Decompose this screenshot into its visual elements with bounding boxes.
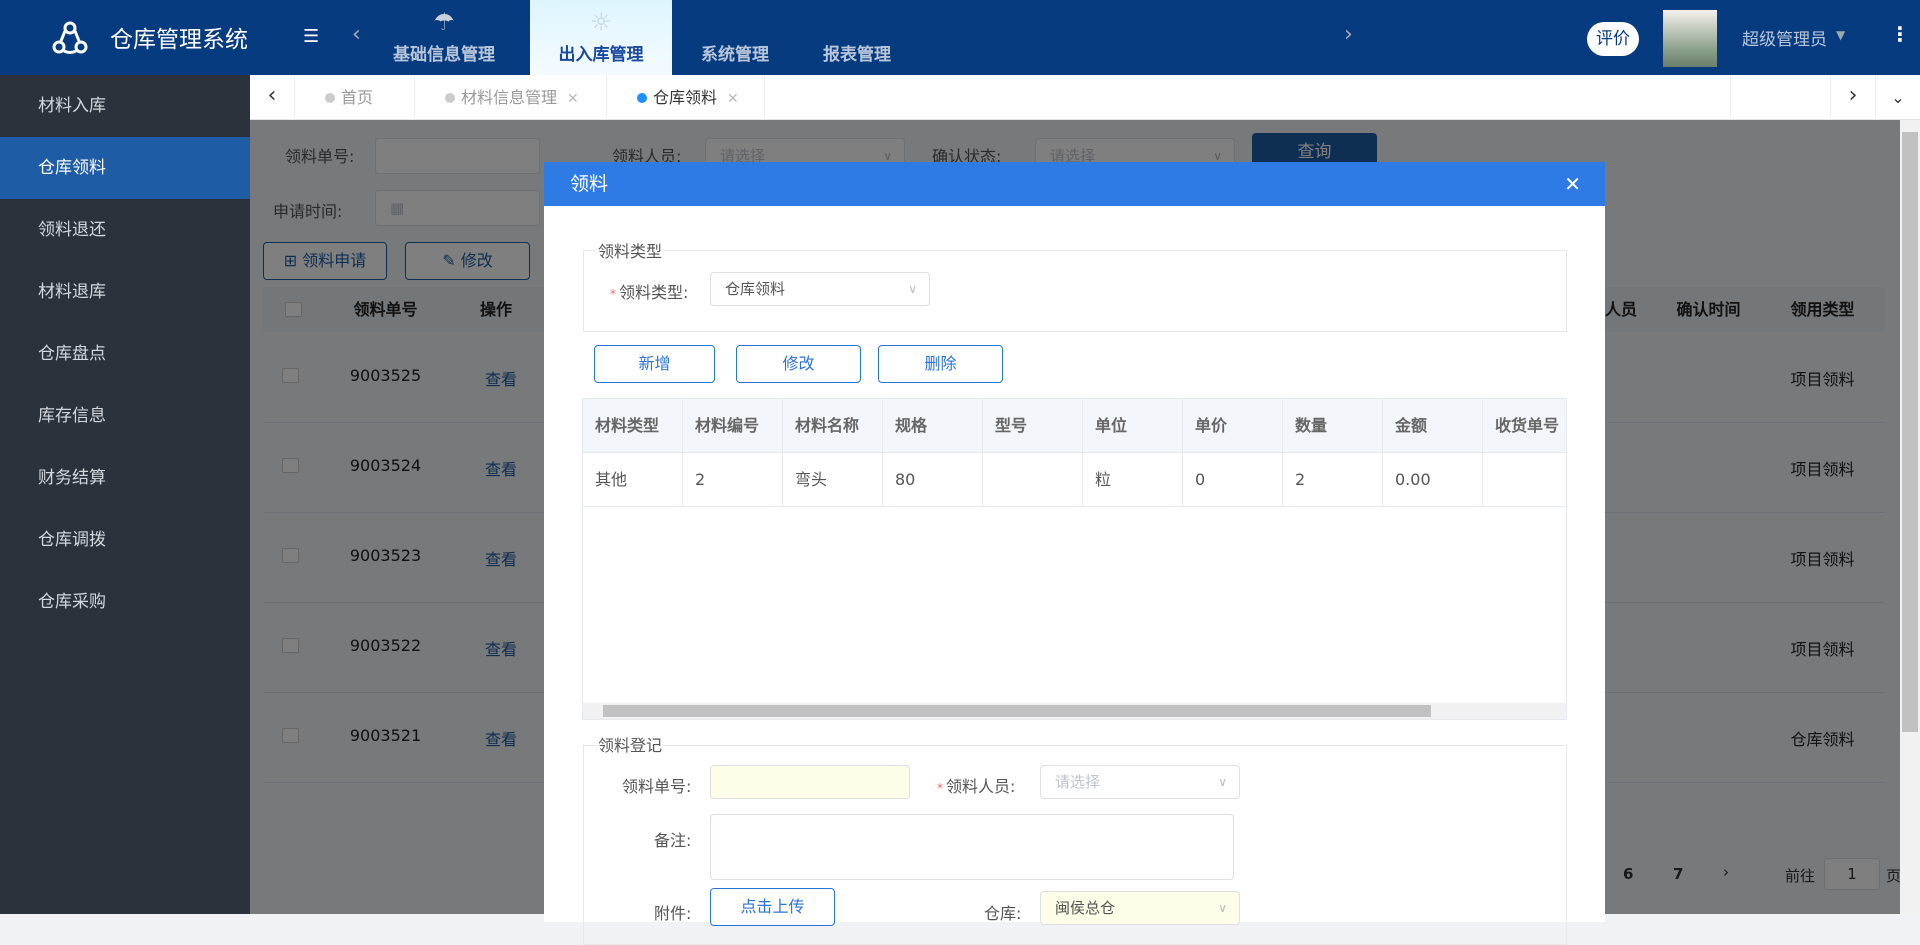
rate-button[interactable]: 评价 <box>1587 22 1639 56</box>
close-icon[interactable]: ✕ <box>1564 162 1581 206</box>
type-select[interactable]: 仓库领料 ∨ <box>710 272 930 306</box>
person-select[interactable]: 请选择∨ <box>1040 765 1240 799</box>
more-icon[interactable]: ⋮ <box>1890 22 1910 46</box>
dialog-title: 领料 ✕ <box>544 162 1605 206</box>
edit-button[interactable]: 修改 <box>736 345 861 383</box>
order-no-input[interactable] <box>710 765 910 799</box>
tab-home[interactable]: 首页 <box>295 75 415 120</box>
dot-icon <box>325 93 335 103</box>
dot-icon <box>637 93 647 103</box>
avatar[interactable] <box>1663 10 1717 67</box>
sidebar-item[interactable]: 领料退还 <box>0 199 250 261</box>
col-header: 收货单号 <box>1483 399 1566 453</box>
section-legend: 领料登记 <box>596 732 665 756</box>
col-header: 数量 <box>1283 399 1383 453</box>
caret-down-icon[interactable]: ▼ <box>1836 28 1845 42</box>
close-icon[interactable]: ✕ <box>567 91 579 107</box>
logo-icon <box>52 21 88 54</box>
dot-icon <box>445 93 455 103</box>
col-header: 金额 <box>1383 399 1483 453</box>
col-header: 单位 <box>1083 399 1183 453</box>
col-header: 型号 <box>983 399 1083 453</box>
table-cell: 2 <box>1283 453 1383 507</box>
order-no-label: 领料单号: <box>622 777 692 796</box>
sidebar-item[interactable]: 仓库盘点 <box>0 323 250 385</box>
col-header: 材料编号 <box>683 399 783 453</box>
sun-icon: ☼ <box>590 8 612 36</box>
table-cell: 其他 <box>583 453 683 507</box>
sidebar-item[interactable]: 库存信息 <box>0 385 250 447</box>
table-cell: 0 <box>1183 453 1283 507</box>
umbrella-icon: ☂ <box>433 8 455 36</box>
nav-item-inout[interactable]: ☼ 出入库管理 <box>530 0 672 75</box>
table-h-scrollbar[interactable] <box>583 703 1566 719</box>
warehouse-label: 仓库: <box>984 904 1022 923</box>
menu-toggle-icon[interactable]: ☰ <box>303 26 319 47</box>
sidebar: 材料入库 仓库领料 领料退还 材料退库 仓库盘点 库存信息 财务结算 仓库调拨 … <box>0 75 250 914</box>
close-icon[interactable]: ✕ <box>727 91 739 107</box>
nav-next-icon[interactable]: › <box>1344 22 1353 47</box>
tabs-prev-icon[interactable]: ‹ <box>250 75 295 120</box>
sidebar-item[interactable]: 材料退库 <box>0 261 250 323</box>
tab-warehouse-pick[interactable]: 仓库领料 ✕ <box>607 75 765 120</box>
table-cell: 0.00 <box>1383 453 1483 507</box>
table-cell <box>1483 453 1566 507</box>
tabs-next-icon[interactable]: › <box>1830 75 1875 120</box>
add-button[interactable]: 新增 <box>594 345 715 383</box>
warehouse-select[interactable]: 闽侯总仓 ∨ <box>1040 891 1240 925</box>
material-table: 材料类型 材料编号 材料名称 规格 型号 单位 单价 数量 金额 收货单号 其他 2 弯头 80 粒 0 2 0.… <box>582 398 1567 720</box>
sidebar-item[interactable]: 财务结算 <box>0 447 250 509</box>
pick-dialog: 领料 ✕ 领料类型 * 领料类型: 仓库领料 ∨ 新增 修改 删除 材料类型 材料编号… <box>544 162 1605 945</box>
app-title: 仓库管理系统 <box>110 27 248 53</box>
sidebar-item[interactable]: 仓库调拨 <box>0 509 250 571</box>
table-cell: 粒 <box>1083 453 1183 507</box>
col-header: 材料类型 <box>583 399 683 453</box>
top-header: 仓库管理系统 ☰ ‹ ☂ 基础信息管理 ☼ 出入库管理 系统管理 报表管理 › 评价… <box>0 0 1920 75</box>
nav-item-report[interactable]: 报表管理 <box>812 0 902 75</box>
nav-prev-icon[interactable]: ‹ <box>352 22 361 47</box>
col-header: 单价 <box>1183 399 1283 453</box>
upload-button[interactable]: 点击上传 <box>710 888 835 926</box>
sidebar-item[interactable]: 材料入库 <box>0 75 250 137</box>
table-cell: 弯头 <box>783 453 883 507</box>
tabs-dropdown-icon[interactable]: ⌄ <box>1875 75 1920 120</box>
page-scrollbar[interactable] <box>1900 120 1920 914</box>
type-label: * 领料类型: <box>610 283 689 302</box>
table-cell: 2 <box>683 453 783 507</box>
chevron-down-icon: ∨ <box>1218 775 1227 789</box>
user-name[interactable]: 超级管理员 <box>1742 25 1827 50</box>
attach-label: 附件: <box>654 904 692 923</box>
sidebar-item[interactable]: 仓库领料 <box>0 137 250 199</box>
tab-material-info[interactable]: 材料信息管理 ✕ <box>415 75 607 120</box>
delete-button[interactable]: 删除 <box>878 345 1003 383</box>
chevron-down-icon: ∨ <box>908 282 917 296</box>
remark-label: 备注: <box>654 831 692 850</box>
col-header: 材料名称 <box>783 399 883 453</box>
person-label: * 领料人员: <box>937 777 1016 796</box>
chevron-down-icon: ∨ <box>1218 901 1227 915</box>
remark-textarea[interactable] <box>710 814 1234 880</box>
col-header: 规格 <box>883 399 983 453</box>
tabs-bar: ‹ 首页 材料信息管理 ✕ 仓库领料 ✕ › ⌄ <box>250 75 1920 120</box>
divider <box>1730 75 1731 120</box>
table-cell <box>983 453 1083 507</box>
section-legend: 领料类型 <box>596 238 665 262</box>
sidebar-item[interactable]: 仓库采购 <box>0 571 250 633</box>
table-cell: 80 <box>883 453 983 507</box>
nav-item-basic-info[interactable]: ☂ 基础信息管理 <box>380 0 508 75</box>
nav-item-system[interactable]: 系统管理 <box>690 0 780 75</box>
